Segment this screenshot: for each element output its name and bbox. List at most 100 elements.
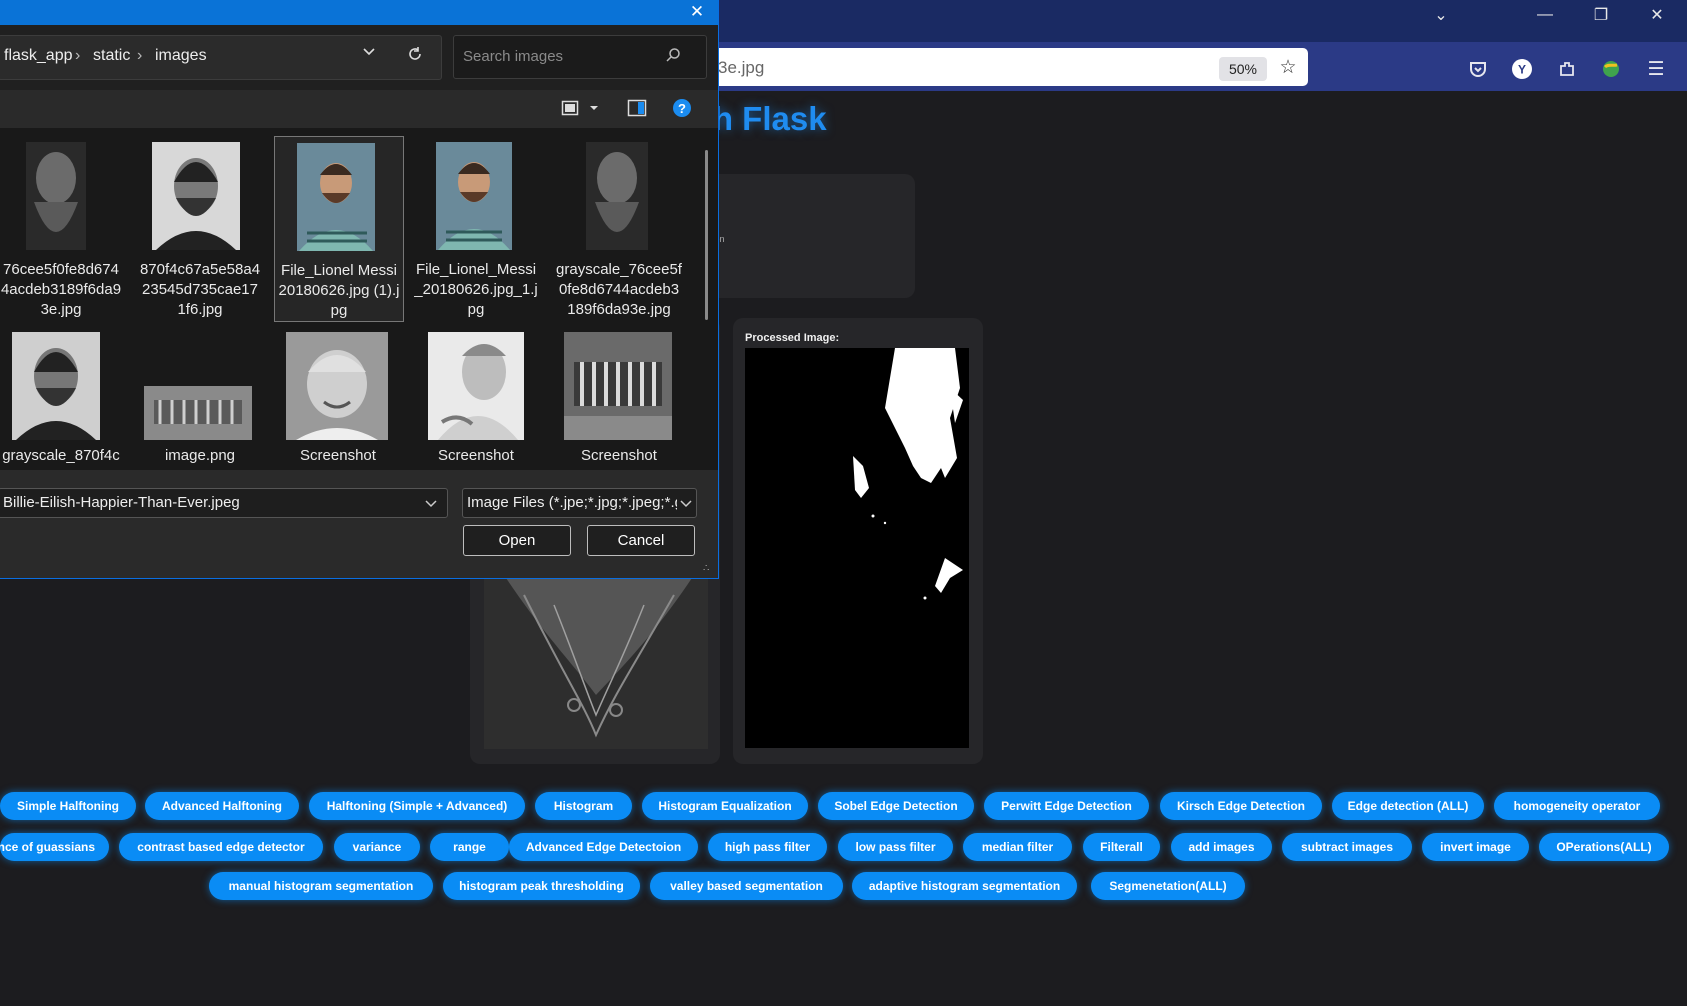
- simple-halftoning-button[interactable]: Simple Halftoning: [0, 792, 136, 820]
- file-name: grayscale_76cee5f0fe8d6744acdeb3189f6da9…: [556, 261, 682, 318]
- cancel-button[interactable]: Cancel: [587, 525, 695, 556]
- svg-text:?: ?: [678, 101, 686, 116]
- histogram-equalization-button[interactable]: Histogram Equalization: [642, 792, 808, 820]
- file-open-dialog: ✕ flask_app › static › images Search ima…: [0, 0, 719, 579]
- open-button[interactable]: Open: [463, 525, 571, 556]
- kirsch-edge-detection-button[interactable]: Kirsch Edge Detection: [1160, 792, 1322, 820]
- file-thumbnail: [152, 142, 240, 250]
- file-thumbnail: [297, 143, 375, 251]
- zoom-level-indicator[interactable]: 50%: [1219, 57, 1267, 81]
- variance-button[interactable]: variance: [334, 833, 420, 861]
- file-thumbnail: [12, 332, 100, 440]
- filter-all-button[interactable]: Filterall: [1083, 833, 1160, 861]
- refresh-icon[interactable]: [406, 45, 424, 68]
- file-name: File_Lionel_Messi_20180626.jpg_1.jpg: [414, 261, 538, 318]
- histogram-peak-thresholding-button[interactable]: histogram peak thresholding: [443, 872, 640, 900]
- breadcrumb-flask-app[interactable]: flask_app: [4, 47, 73, 65]
- high-pass-filter-button[interactable]: high pass filter: [708, 833, 827, 861]
- dialog-close-icon[interactable]: ✕: [682, 0, 712, 24]
- operations-all-button[interactable]: OPerations(ALL): [1539, 833, 1669, 861]
- preview-pane-icon[interactable]: [627, 98, 647, 123]
- dialog-titlebar: [0, 0, 718, 25]
- segmentation-all-button[interactable]: Segmenetation(ALL): [1091, 872, 1245, 900]
- extensions-icon[interactable]: [1553, 55, 1581, 83]
- dialog-bottom-panel: [0, 470, 718, 578]
- perwitt-edge-detection-button[interactable]: Perwitt Edge Detection: [984, 792, 1149, 820]
- pocket-icon[interactable]: [1464, 55, 1492, 83]
- contrast-edge-detector-button[interactable]: contrast based edge detector: [119, 833, 323, 861]
- halftoning-combined-button[interactable]: Halftoning (Simple + Advanced): [309, 792, 525, 820]
- file-thumbnail: [564, 332, 672, 440]
- search-placeholder[interactable]: Search images: [463, 48, 563, 65]
- yandex-icon[interactable]: Y: [1508, 55, 1536, 83]
- upload-card: [700, 174, 915, 298]
- file-tile[interactable]: 870f4c67a5e58a423545d735cae171f6.jpg: [138, 136, 266, 320]
- file-tile-selected[interactable]: File_Lionel Messi 20180626.jpg (1).jpg: [274, 136, 404, 322]
- bookmark-star-icon[interactable]: ☆: [1274, 53, 1302, 81]
- file-thumbnail: [144, 386, 252, 440]
- edge-detection-all-button[interactable]: Edge detection (ALL): [1332, 792, 1484, 820]
- difference-of-gaussians-button[interactable]: nce of guassians: [0, 833, 109, 861]
- file-tile[interactable]: grayscale_870f4c: [0, 326, 128, 470]
- chevron-down-icon[interactable]: ⌄: [1418, 0, 1464, 30]
- help-icon[interactable]: ?: [672, 98, 692, 123]
- file-tile[interactable]: grayscale_76cee5f0fe8d6744acdeb3189f6da9…: [556, 136, 684, 320]
- file-tile[interactable]: Screenshot: [412, 326, 540, 470]
- file-tile[interactable]: 76cee5f0fe8d6744acdeb3189f6da93e.jpg: [0, 136, 128, 320]
- file-list-scrollbar[interactable]: [705, 150, 708, 320]
- file-thumbnail: [26, 142, 86, 250]
- url-bar[interactable]: [690, 48, 1308, 86]
- median-filter-button[interactable]: median filter: [963, 833, 1072, 861]
- search-icon[interactable]: [665, 47, 681, 68]
- file-name: Screenshot: [300, 447, 376, 464]
- url-text[interactable]: 3e.jpg: [718, 58, 764, 78]
- homogeneity-operator-button[interactable]: homogeneity operator: [1494, 792, 1660, 820]
- file-thumbnail: [286, 332, 388, 440]
- original-image: [484, 575, 708, 749]
- file-tile[interactable]: Screenshot: [274, 326, 402, 470]
- range-button[interactable]: range: [430, 833, 509, 861]
- view-options-icon[interactable]: [561, 99, 579, 122]
- histogram-button[interactable]: Histogram: [535, 792, 632, 820]
- file-tile[interactable]: File_Lionel_Messi_20180626.jpg_1.jpg: [412, 136, 540, 320]
- menu-icon[interactable]: ☰: [1642, 55, 1670, 83]
- chevron-right-icon: ›: [137, 47, 143, 64]
- file-thumbnail: [436, 142, 512, 250]
- file-name: image.png: [164, 447, 236, 464]
- filetype-dropdown-icon[interactable]: [680, 496, 692, 514]
- processed-image-label: Processed Image:: [745, 332, 840, 344]
- valley-based-segmentation-button[interactable]: valley based segmentation: [650, 872, 843, 900]
- advanced-halftoning-button[interactable]: Advanced Halftoning: [145, 792, 299, 820]
- minimize-icon[interactable]: —: [1522, 0, 1568, 30]
- filetype-select[interactable]: Image Files (*.jpe;*.jpg;*.jpeg;*.g: [462, 488, 697, 518]
- history-dropdown-icon[interactable]: [362, 44, 376, 63]
- low-pass-filter-button[interactable]: low pass filter: [838, 833, 953, 861]
- file-tile[interactable]: image.png: [138, 326, 266, 470]
- invert-image-button[interactable]: invert image: [1422, 833, 1529, 861]
- file-name: Screenshot: [438, 447, 514, 464]
- view-dropdown-icon[interactable]: [589, 100, 599, 118]
- advanced-edge-detection-button[interactable]: Advanced Edge Detectoion: [509, 833, 698, 861]
- file-tile[interactable]: Screenshot: [556, 326, 684, 470]
- resize-grip-icon[interactable]: ∴: [703, 563, 709, 574]
- filename-input[interactable]: Billie-Eilish-Happier-Than-Ever.jpeg: [0, 488, 448, 518]
- filename-dropdown-icon[interactable]: [425, 496, 437, 514]
- sobel-edge-detection-button[interactable]: Sobel Edge Detection: [818, 792, 974, 820]
- add-images-button[interactable]: add images: [1171, 833, 1272, 861]
- subtract-images-button[interactable]: subtract images: [1282, 833, 1412, 861]
- filetype-value[interactable]: Image Files (*.jpe;*.jpg;*.jpeg;*.g: [467, 494, 677, 511]
- adaptive-histogram-segmentation-button[interactable]: adaptive histogram segmentation: [852, 872, 1077, 900]
- close-icon[interactable]: ✕: [1634, 0, 1680, 30]
- file-thumbnail: [586, 142, 648, 250]
- restore-icon[interactable]: ❐: [1578, 0, 1624, 30]
- file-name: grayscale_870f4c: [2, 447, 120, 464]
- extension-globe-icon[interactable]: [1597, 55, 1625, 83]
- file-name: 76cee5f0fe8d6744acdeb3189f6da93e.jpg: [0, 261, 122, 318]
- file-name: File_Lionel Messi 20180626.jpg (1).jpg: [278, 262, 400, 319]
- file-name: 870f4c67a5e58a423545d735cae171f6.jpg: [139, 261, 261, 318]
- dialog-command-bar: [0, 90, 718, 128]
- breadcrumb-images[interactable]: images: [155, 47, 207, 65]
- breadcrumb-static[interactable]: static: [93, 47, 130, 65]
- manual-histogram-segmentation-button[interactable]: manual histogram segmentation: [209, 872, 433, 900]
- filename-value[interactable]: Billie-Eilish-Happier-Than-Ever.jpeg: [3, 494, 240, 511]
